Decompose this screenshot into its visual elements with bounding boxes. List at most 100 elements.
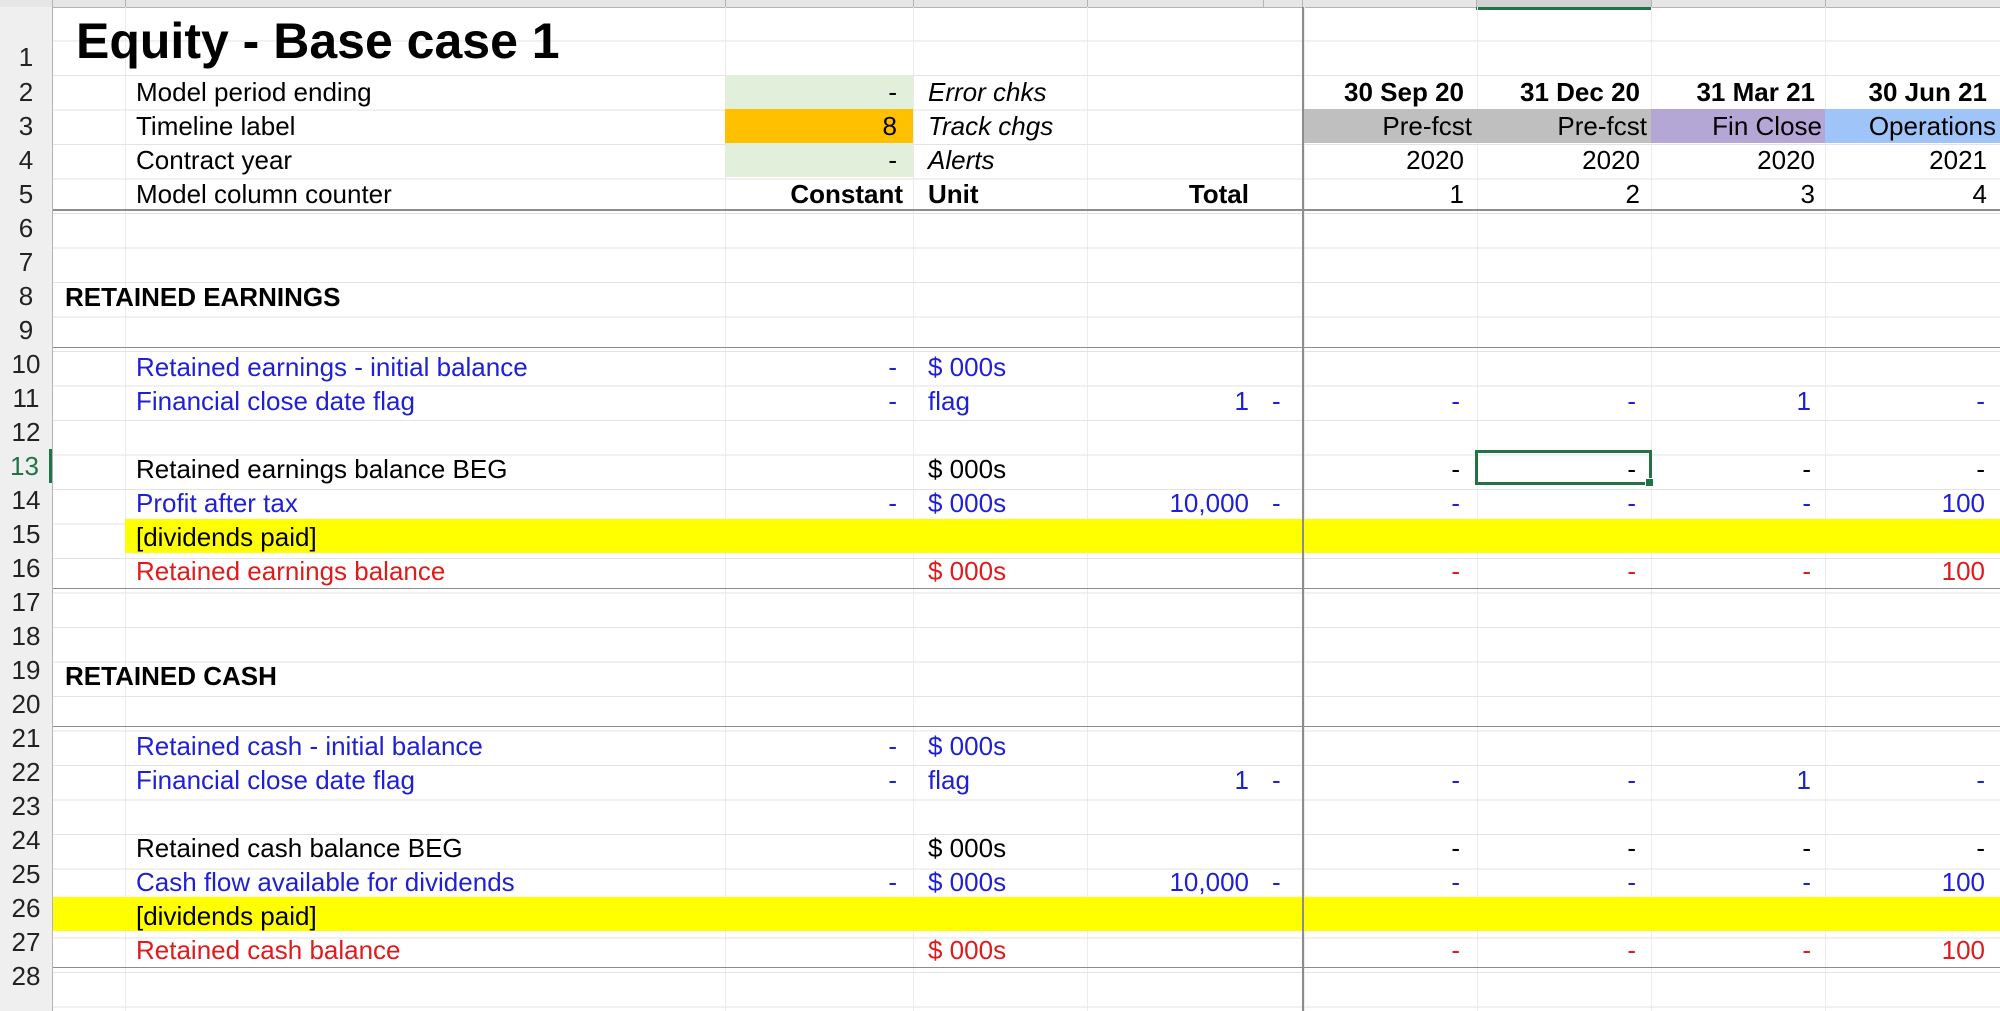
row-label[interactable]: [dividends paid]	[136, 899, 317, 933]
check-cell[interactable]: -	[1272, 763, 1281, 797]
period-counter[interactable]: 2	[1476, 177, 1640, 211]
row-label[interactable]: Profit after tax	[136, 486, 298, 520]
period-year[interactable]: 2021	[1825, 143, 1987, 177]
row-number[interactable]: 9	[0, 313, 52, 347]
value-cell[interactable]: -	[1304, 763, 1460, 797]
constant-cell[interactable]: -	[725, 350, 897, 384]
column-divider[interactable]	[1825, 0, 1826, 7]
row-number[interactable]: 14	[0, 483, 52, 517]
row-label[interactable]: Retained earnings balance BEG	[136, 452, 507, 486]
check-cell[interactable]: -	[1272, 384, 1281, 418]
total-header[interactable]: Total	[1087, 177, 1249, 211]
row-label[interactable]: Retained cash balance BEG	[136, 831, 463, 865]
column-divider[interactable]	[1302, 0, 1303, 7]
row-number[interactable]: 25	[0, 857, 52, 891]
value-cell[interactable]: -	[1304, 865, 1460, 899]
row-number[interactable]: 2	[0, 75, 52, 109]
value-cell[interactable]: -	[1825, 452, 1985, 486]
constant-cell[interactable]: -	[725, 486, 897, 520]
value-cell[interactable]: -	[1304, 384, 1460, 418]
row-number[interactable]: 24	[0, 823, 52, 857]
period-phase[interactable]: Pre-fcst	[1304, 109, 1472, 143]
unit-cell[interactable]: $ 000s	[928, 554, 1006, 588]
column-divider[interactable]	[1476, 0, 1477, 7]
row-number[interactable]: 26	[0, 891, 52, 925]
row-label[interactable]: Retained earnings balance	[136, 554, 445, 588]
column-divider[interactable]	[1651, 0, 1652, 7]
value-cell[interactable]: -	[1476, 486, 1636, 520]
unit-cell[interactable]: flag	[928, 384, 970, 418]
unit-cell[interactable]: $ 000s	[928, 729, 1006, 763]
column-divider[interactable]	[125, 0, 126, 7]
row-number[interactable]: 3	[0, 109, 52, 143]
check-cell[interactable]: -	[1272, 486, 1281, 520]
constant-cell[interactable]: -	[725, 384, 897, 418]
value-cell[interactable]: 100	[1825, 933, 1985, 967]
value-cell[interactable]: -	[1651, 933, 1811, 967]
column-divider[interactable]	[725, 0, 726, 7]
value-cell[interactable]: -	[1476, 554, 1636, 588]
value-cell[interactable]: 1	[1651, 384, 1811, 418]
value-cell[interactable]: -	[1651, 486, 1811, 520]
unit-cell[interactable]: $ 000s	[928, 350, 1006, 384]
row-label[interactable]: Retained earnings - initial balance	[136, 350, 528, 384]
timeline-label[interactable]: Timeline label	[136, 109, 295, 143]
value-cell[interactable]: -	[1651, 831, 1811, 865]
value-cell[interactable]: 100	[1825, 554, 1985, 588]
value-cell[interactable]: 1	[1651, 763, 1811, 797]
period-date[interactable]: 31 Dec 20	[1476, 75, 1640, 109]
period-phase[interactable]: Pre-fcst	[1476, 109, 1647, 143]
row-number[interactable]: 19	[0, 653, 52, 687]
period-counter[interactable]: 3	[1651, 177, 1815, 211]
value-cell[interactable]: -	[1476, 831, 1636, 865]
row-number[interactable]: 23	[0, 789, 52, 823]
period-year[interactable]: 2020	[1651, 143, 1815, 177]
period-year[interactable]: 2020	[1476, 143, 1640, 177]
row-number[interactable]: 7	[0, 245, 52, 279]
row-number[interactable]: 11	[0, 381, 52, 415]
value-cell[interactable]: -	[1304, 933, 1460, 967]
unit-cell[interactable]: flag	[928, 763, 970, 797]
model-period-value[interactable]: -	[725, 75, 897, 109]
row-number[interactable]: 16	[0, 551, 52, 585]
period-counter[interactable]: 4	[1825, 177, 1987, 211]
constant-cell[interactable]: -	[725, 763, 897, 797]
row-label[interactable]: Cash flow available for dividends	[136, 865, 515, 899]
row-label[interactable]: [dividends paid]	[136, 520, 317, 554]
total-cell[interactable]: 10,000	[1087, 865, 1249, 899]
row-number[interactable]: 27	[0, 925, 52, 959]
value-cell[interactable]: -	[1476, 933, 1636, 967]
value-cell[interactable]: -	[1304, 452, 1460, 486]
value-cell[interactable]: -	[1304, 554, 1460, 588]
value-cell[interactable]: 100	[1825, 865, 1985, 899]
row-number[interactable]: 20	[0, 687, 52, 721]
active-cell-selection[interactable]	[1475, 450, 1654, 487]
row-number[interactable]: 4	[0, 143, 52, 177]
row-number[interactable]: 10	[0, 347, 52, 381]
contract-year-label[interactable]: Contract year	[136, 143, 292, 177]
column-divider[interactable]	[1263, 0, 1264, 7]
row-number[interactable]: 28	[0, 959, 52, 993]
value-cell[interactable]: 100	[1825, 486, 1985, 520]
column-divider[interactable]	[52, 0, 53, 7]
row-number[interactable]: 18	[0, 619, 52, 653]
row-number[interactable]: 13	[0, 449, 52, 483]
unit-cell[interactable]: $ 000s	[928, 831, 1006, 865]
row-number[interactable]: 6	[0, 211, 52, 245]
value-cell[interactable]: -	[1304, 486, 1460, 520]
row-number[interactable]: 1	[0, 40, 52, 74]
period-counter[interactable]: 1	[1304, 177, 1464, 211]
row-number[interactable]: 12	[0, 415, 52, 449]
period-year[interactable]: 2020	[1304, 143, 1464, 177]
model-period-label[interactable]: Model period ending	[136, 75, 372, 109]
period-phase[interactable]: Fin Close	[1651, 109, 1822, 143]
counter-label[interactable]: Model column counter	[136, 177, 392, 211]
section-heading-retained-earnings[interactable]: RETAINED EARNINGS	[65, 280, 340, 314]
value-cell[interactable]: -	[1476, 763, 1636, 797]
period-date[interactable]: 30 Jun 21	[1825, 75, 1987, 109]
total-cell[interactable]: 1	[1087, 384, 1249, 418]
constant-cell[interactable]: -	[725, 865, 897, 899]
value-cell[interactable]: -	[1825, 384, 1985, 418]
row-number[interactable]: 8	[0, 279, 52, 313]
row-label[interactable]: Financial close date flag	[136, 763, 415, 797]
